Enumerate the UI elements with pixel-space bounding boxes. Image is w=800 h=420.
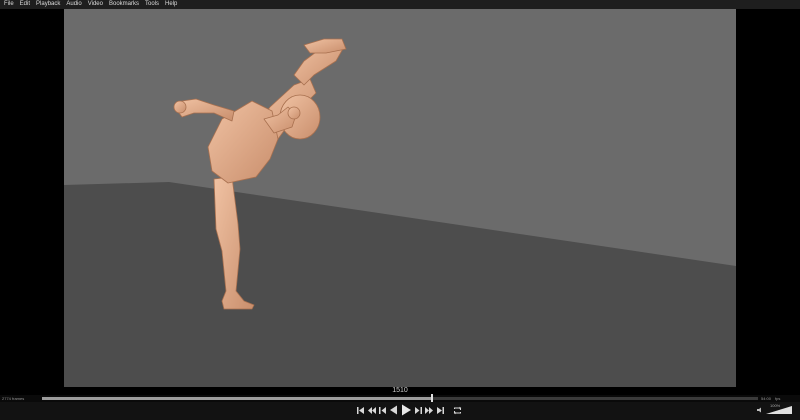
menu-bookmarks[interactable]: Bookmarks bbox=[106, 0, 142, 9]
next-frame-icon[interactable] bbox=[414, 404, 423, 416]
menu-help[interactable]: Help bbox=[162, 0, 180, 9]
menu-playback[interactable]: Playback bbox=[33, 0, 63, 9]
fps-label: fps bbox=[775, 396, 781, 401]
timeline-progress bbox=[42, 397, 432, 400]
menu-bar: File Edit Playback Audio Video Bookmarks… bbox=[0, 0, 800, 9]
menu-tools[interactable]: Tools bbox=[142, 0, 162, 9]
skip-to-start-icon[interactable] bbox=[356, 404, 365, 416]
menu-edit[interactable]: Edit bbox=[17, 0, 33, 9]
transport-bar: 100% bbox=[0, 402, 800, 420]
video-viewport[interactable] bbox=[0, 9, 800, 387]
timecode: 54:00 bbox=[761, 396, 772, 401]
skip-back-icon[interactable] bbox=[367, 404, 376, 416]
current-frame-label: 1510 bbox=[392, 387, 408, 394]
skip-to-end-icon[interactable] bbox=[436, 404, 445, 416]
volume-level-fill bbox=[766, 406, 792, 414]
loop-icon[interactable] bbox=[453, 404, 462, 416]
volume-icon[interactable] bbox=[757, 407, 763, 413]
menu-audio[interactable]: Audio bbox=[63, 0, 84, 9]
transport-controls bbox=[356, 404, 462, 416]
frame-count: 2774 frames bbox=[2, 396, 25, 401]
timeline-slider[interactable] bbox=[42, 394, 758, 403]
volume-slider[interactable] bbox=[766, 406, 792, 414]
video-frame bbox=[64, 9, 736, 387]
menu-video[interactable]: Video bbox=[85, 0, 106, 9]
play-reverse-icon[interactable] bbox=[389, 404, 398, 416]
play-icon[interactable] bbox=[400, 404, 412, 416]
volume-control bbox=[757, 406, 792, 414]
prev-frame-icon[interactable] bbox=[378, 404, 387, 416]
status-bar: 2774 frames 54:00 fps bbox=[0, 394, 800, 403]
skip-forward-icon[interactable] bbox=[425, 404, 434, 416]
menu-file[interactable]: File bbox=[0, 0, 17, 9]
